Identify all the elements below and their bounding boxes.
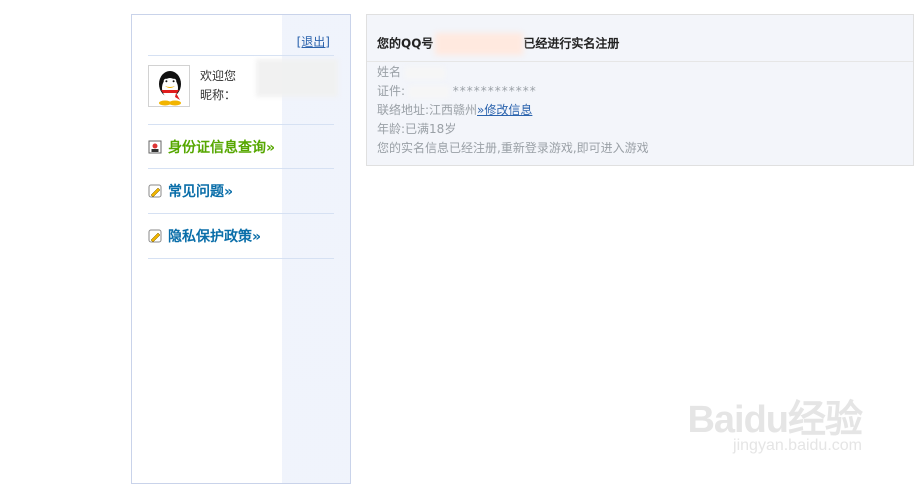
address-row: 联络地址:江西赣州»修改信息 bbox=[377, 101, 649, 120]
watermark-brand: Baidu经验 bbox=[687, 399, 863, 441]
pencil-icon bbox=[148, 184, 162, 198]
name-row: 姓名 bbox=[377, 63, 649, 82]
redacted-qq-number bbox=[435, 33, 524, 55]
sidebar-item-label: 身份证信息查询» bbox=[168, 140, 276, 156]
user-card: 欢迎您 昵称： bbox=[148, 59, 338, 111]
pencil-icon bbox=[148, 229, 162, 243]
avatar bbox=[148, 65, 190, 107]
nickname-label: 昵称： bbox=[200, 88, 237, 102]
left-sidebar: [退出] 欢迎您 昵称： 身份证信息查询» 常见问题» 隐私保护政策» bbox=[131, 14, 351, 484]
baidu-watermark: Baidu经验 jingyan.baidu.com bbox=[687, 388, 863, 455]
sidebar-item-id-query[interactable]: 身份证信息查询» bbox=[148, 126, 336, 168]
sidebar-divider bbox=[148, 258, 334, 259]
sidebar-item-faq[interactable]: 常见问题» bbox=[148, 170, 336, 212]
status-text: 您的实名信息已经注册,重新登录游戏,即可进入游戏 bbox=[377, 141, 649, 155]
id-label: 证件: bbox=[377, 84, 406, 98]
title-suffix: 已经进行实名注册 bbox=[523, 36, 620, 51]
sidebar-divider bbox=[148, 55, 334, 56]
logout-link[interactable]: [退出] bbox=[297, 33, 330, 50]
id-card-icon bbox=[148, 140, 162, 154]
age-text: 年龄:已满18岁 bbox=[377, 122, 457, 136]
sidebar-divider bbox=[148, 213, 334, 214]
registration-info: 姓名 证件: ************ 联络地址:江西赣州»修改信息 年龄:已满… bbox=[377, 63, 649, 158]
title-prefix: 您的QQ号 bbox=[377, 36, 434, 51]
sidebar-divider bbox=[148, 124, 334, 125]
sidebar-divider bbox=[148, 168, 334, 169]
sidebar-item-privacy[interactable]: 隐私保护政策» bbox=[148, 215, 336, 257]
penguin-icon bbox=[149, 66, 189, 106]
id-row: 证件: ************ bbox=[377, 82, 649, 101]
title-divider bbox=[367, 61, 913, 62]
name-label: 姓名 bbox=[377, 65, 402, 79]
welcome-text: 欢迎您 bbox=[200, 69, 237, 83]
address-text: 联络地址:江西赣州 bbox=[377, 103, 478, 117]
redacted-user-info bbox=[256, 59, 338, 97]
redacted-name bbox=[404, 66, 445, 79]
registration-title: 您的QQ号 已经进行实名注册 bbox=[377, 33, 619, 55]
sidebar-item-label: 常见问题» bbox=[168, 184, 234, 200]
redacted-id bbox=[408, 85, 449, 98]
edit-info-link[interactable]: »修改信息 bbox=[477, 103, 532, 117]
sidebar-item-label: 隐私保护政策» bbox=[168, 229, 262, 245]
main-panel: 您的QQ号 已经进行实名注册 姓名 证件: ************ 联络地址:江… bbox=[366, 14, 914, 166]
id-mask: ************ bbox=[452, 84, 537, 98]
